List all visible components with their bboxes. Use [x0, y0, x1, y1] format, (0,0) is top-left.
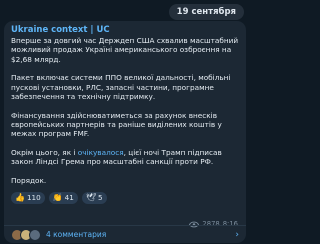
- reaction-thumbs-up[interactable]: 👍 110: [11, 192, 45, 205]
- comments-bar[interactable]: 4 комментария ›: [4, 225, 246, 243]
- date-pill: 19 сентября: [168, 4, 244, 20]
- post-link[interactable]: очікувалося: [78, 148, 124, 157]
- comments-label: 4 комментария: [46, 230, 107, 239]
- reactions-bar: 👍 110 👏 41 🕊 5: [11, 192, 239, 205]
- post-closing: Порядок.: [11, 176, 47, 186]
- reaction-clap[interactable]: 👏 41: [48, 192, 78, 205]
- comment-avatars: [11, 228, 41, 241]
- reaction-dove[interactable]: 🕊 5: [81, 192, 107, 205]
- reaction-count: 110: [26, 193, 41, 203]
- channel-post: Ukraine context | UC Вперше за довгий ча…: [4, 21, 246, 243]
- reaction-count: 5: [97, 193, 103, 203]
- reaction-count: 41: [64, 193, 74, 203]
- chevron-right-icon: ›: [235, 229, 239, 240]
- thumbs-up-icon: 👍: [15, 193, 25, 203]
- post-text: Окрім цього, як і: [11, 148, 78, 158]
- post-paragraph-3: Фінансування здійснюватиметься за рахуно…: [11, 110, 222, 139]
- post-paragraph-2: Пакет включає системи ППО великої дально…: [11, 73, 231, 101]
- avatar: [29, 228, 41, 241]
- channel-name[interactable]: Ukraine context | UC: [11, 25, 239, 36]
- post-paragraph-1: Вперше за довгий час Держдеп США схвалив…: [11, 36, 239, 64]
- clap-icon: 👏: [52, 193, 63, 203]
- post-paragraph-4: Окрім цього, як і очікувалося, цієї ночі…: [11, 148, 239, 167]
- dove-icon: 🕊: [85, 193, 96, 203]
